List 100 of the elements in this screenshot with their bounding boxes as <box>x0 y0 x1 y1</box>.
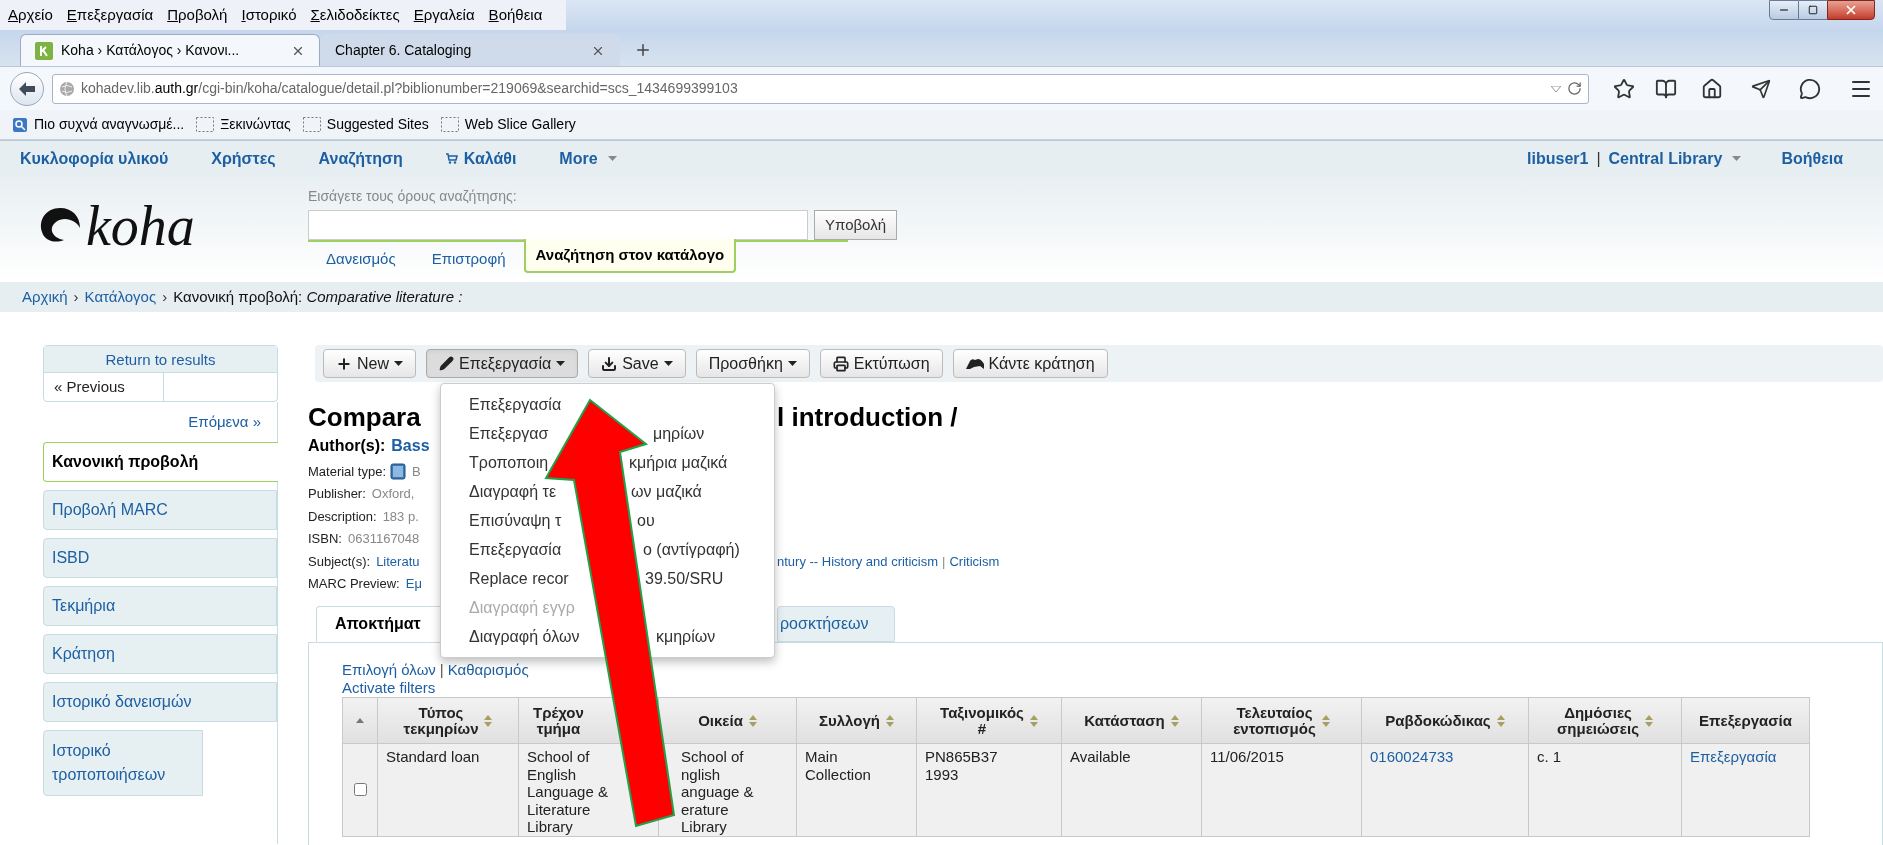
back-button[interactable] <box>10 71 44 106</box>
table-link[interactable]: 0160024733 <box>1370 748 1454 765</box>
next-link[interactable]: Επόμενα » <box>188 402 277 442</box>
book-icon <box>390 462 407 480</box>
reading-list-icon[interactable] <box>1655 77 1677 100</box>
nav-link[interactable]: Χρήστες <box>211 146 276 171</box>
browser-tab[interactable]: Chapter 6. Cataloging <box>320 34 620 66</box>
plus-icon <box>336 355 352 372</box>
search-tab[interactable]: Επιστροφή <box>413 243 524 271</box>
column-header[interactable]: Οικεία <box>698 712 743 729</box>
chat-icon[interactable] <box>1799 77 1821 100</box>
menu-item[interactable]: Σελιδοδείκτες <box>310 3 400 27</box>
menu-option[interactable]: Επισύναψη τ ου <box>441 506 774 535</box>
menu-option[interactable]: Επεξεργασ μηρίων <box>441 419 774 448</box>
menu-option[interactable]: Replace recor 39.50/SRU <box>441 564 774 593</box>
minimize-button[interactable] <box>1769 0 1799 20</box>
tab-title: Chapter 6. Cataloging <box>335 41 473 60</box>
globe-icon <box>59 80 75 97</box>
row-checkbox[interactable] <box>353 783 367 797</box>
column-header[interactable]: Συλλογή <box>819 712 880 729</box>
dropdown-icon[interactable] <box>1551 85 1561 92</box>
breadcrumb-link[interactable]: Κατάλογος <box>84 285 157 309</box>
bookmark-star-icon[interactable] <box>1613 77 1635 100</box>
bookmark-item[interactable]: Suggested Sites <box>302 114 429 135</box>
holdings-tab[interactable]: ροσκτήσεων <box>777 606 895 642</box>
view-tab[interactable]: ISBD <box>43 538 277 578</box>
menu-item[interactable]: Εργαλεία <box>413 3 475 27</box>
menu-option[interactable]: Τροποποιη κμήρια μαζικά <box>441 448 774 477</box>
menu-option[interactable]: Επεξεργασία ο (αντίγραφή) <box>441 535 774 564</box>
view-tab[interactable]: Κανονική προβολή <box>43 442 278 482</box>
clear-link[interactable]: Καθαρισμός <box>447 658 529 682</box>
view-tab[interactable]: Τεκμήρια <box>43 586 277 626</box>
table-link[interactable]: Επεξεργασία <box>1690 748 1777 765</box>
field-label: MARC Preview: <box>308 575 400 593</box>
submit-button[interactable]: Υποβολή <box>814 210 897 240</box>
toolbar-button[interactable]: Save <box>588 349 686 378</box>
view-tab[interactable]: Προβολή MARC <box>43 490 277 530</box>
breadcrumb-link[interactable]: Αρχική <box>22 285 68 309</box>
table-cell: Standard loan <box>386 748 480 765</box>
search-field[interactable] <box>308 210 808 240</box>
new-tab-icon[interactable] <box>634 41 652 59</box>
nav-link[interactable]: Αναζήτηση <box>318 146 403 171</box>
help-link[interactable]: Βοήθεια <box>1781 146 1843 171</box>
nav-link[interactable]: Καλάθι <box>445 146 517 171</box>
koha-logo[interactable]: koha <box>38 196 258 256</box>
view-tab[interactable]: Ιστορικό τροποποιήσεων <box>43 730 203 796</box>
record-title: l introduction / <box>777 401 959 434</box>
library-link[interactable]: Central Library <box>1608 146 1742 171</box>
menu-option[interactable]: Επεξεργασία <box>441 390 774 419</box>
previous-link[interactable]: « Previous <box>44 373 164 401</box>
browser-tab[interactable]: Koha › Κατάλογος › Κανονι... <box>20 34 320 66</box>
toolbar-button[interactable]: New <box>323 349 416 378</box>
nav-link[interactable]: More <box>559 146 617 171</box>
menu-option[interactable]: Διαγραφή τε ων μαζικά <box>441 477 774 506</box>
pencil-icon <box>439 356 454 371</box>
return-link[interactable]: Return to results <box>44 346 277 373</box>
menu-item[interactable]: Βοήθεια <box>488 3 543 27</box>
bookmark-item[interactable]: Πιο συχνά αναγνωσμέ... <box>12 114 185 135</box>
reload-icon[interactable] <box>1567 81 1582 96</box>
table-cell: 11/06/2015 <box>1210 748 1284 765</box>
bookmarks-icon <box>12 116 28 133</box>
sort-icon[interactable] <box>356 718 364 723</box>
link-separator: | <box>942 552 946 571</box>
field-label: ISBN: <box>308 530 342 548</box>
caret-icon <box>607 156 617 161</box>
user-link[interactable]: libuser1 <box>1527 146 1589 171</box>
toolbar-button[interactable]: Προσθήκη <box>695 349 810 378</box>
printer-icon <box>832 355 849 372</box>
table-cell: School of English Language & Literature Library <box>527 748 608 835</box>
subject-link[interactable]: Criticism <box>949 551 1000 571</box>
search-tab[interactable]: Δανεισμός <box>308 243 414 271</box>
maximize-button[interactable] <box>1799 0 1827 20</box>
search-label: Εισάγετε τους όρους αναζήτησης: <box>308 187 518 206</box>
subject-link[interactable]: ntury -- History and criticism <box>777 551 939 571</box>
address-field[interactable]: kohadev.lib.auth.gr/cgi-bin/koha/catalogue/detail.pl?biblionumber=219069&searchid=scs_1434699399103 <box>52 73 1589 104</box>
view-tab[interactable]: Κράτηση <box>43 634 277 674</box>
field-link[interactable]: Literatu <box>376 551 420 571</box>
separator: | <box>1596 148 1601 169</box>
toolbar-button[interactable]: Κάντε κράτηση <box>952 349 1108 378</box>
toolbar-button[interactable]: Επεξεργασία <box>426 349 579 378</box>
toolbar-button[interactable]: Εκτύπωση <box>819 349 943 378</box>
select-all-link[interactable]: Επιλογή όλων <box>342 658 436 682</box>
field-value: 0631167048 <box>347 530 420 548</box>
send-icon[interactable] <box>1751 78 1771 99</box>
filters-link[interactable]: Activate filters <box>342 679 1882 697</box>
menu-item[interactable]: Αρχείο <box>8 3 53 27</box>
menu-item[interactable]: Προβολή <box>167 3 228 27</box>
author-link[interactable]: Bass <box>391 434 430 458</box>
view-tab[interactable]: Ιστορικό δανεισμών <box>43 682 277 722</box>
close-button[interactable] <box>1827 0 1875 20</box>
home-icon[interactable] <box>1701 77 1723 100</box>
menu-item[interactable]: Επεξεργασία <box>66 3 154 27</box>
search-tab[interactable]: Αναζήτηση στον κατάλογο <box>523 239 737 273</box>
bookmark-item[interactable]: Ξεκινώντας <box>196 114 291 135</box>
menu-item[interactable]: Ιστορικό <box>241 3 297 27</box>
nav-link[interactable]: Κυκλοφορία υλικού <box>20 146 169 171</box>
folder-icon <box>440 117 459 132</box>
bookmark-item[interactable]: Web Slice Gallery <box>440 114 576 135</box>
field-link[interactable]: Εμ <box>405 574 422 594</box>
field-label: Material type: <box>308 462 387 481</box>
